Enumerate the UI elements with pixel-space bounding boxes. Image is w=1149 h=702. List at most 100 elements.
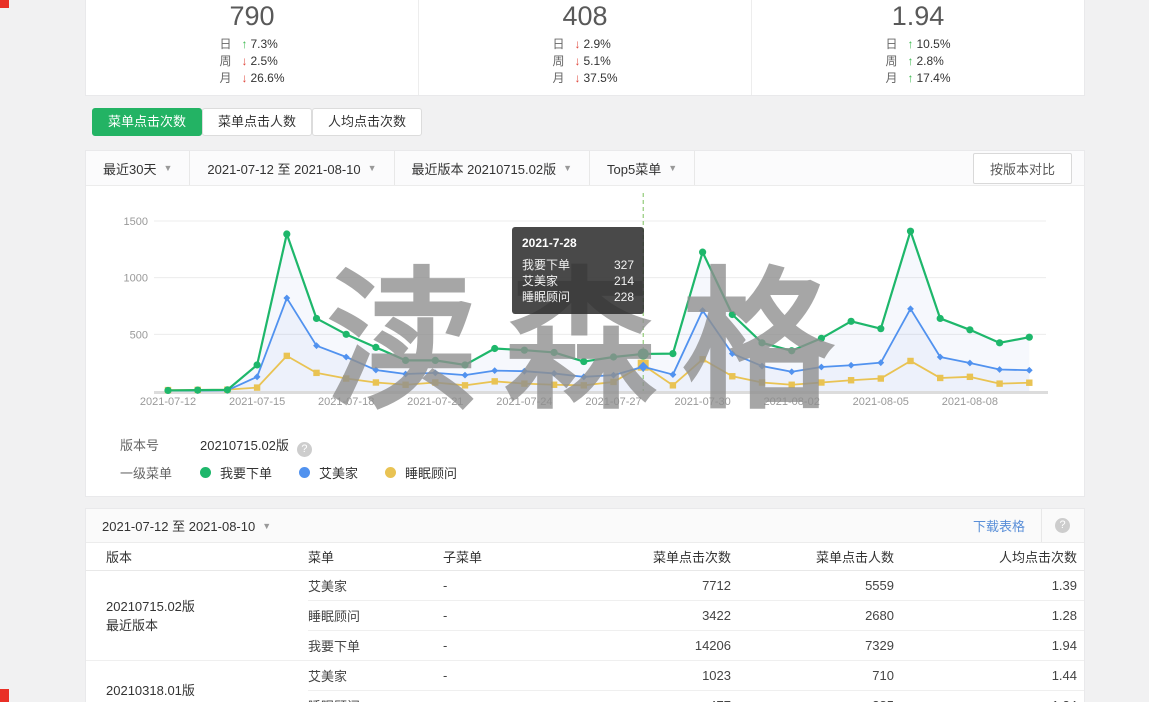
- help-icon[interactable]: ?: [297, 442, 312, 457]
- table-date-range: 2021-07-12 至 2021-08-10: [102, 516, 255, 535]
- legend-label: 一级菜单: [120, 463, 200, 482]
- submenu-cell: -: [443, 601, 608, 631]
- avg-cell: 1.28: [904, 601, 1084, 631]
- trend-period-label: 日: [219, 37, 231, 51]
- legend-name: 睡眠顾问: [405, 463, 457, 482]
- arrow-down-icon: ↓: [574, 37, 580, 51]
- legend-item-1[interactable]: 艾美家: [299, 463, 358, 482]
- chart-panel: 最近30天▼2021-07-12 至 2021-08-10▼最近版本 20210…: [85, 150, 1085, 497]
- chart-filter-bar: 最近30天▼2021-07-12 至 2021-08-10▼最近版本 20210…: [86, 151, 1084, 186]
- version-cell: 20210318.01版: [86, 661, 308, 702]
- trend-row: 月↑17.4%: [885, 70, 950, 87]
- table-help[interactable]: ?: [1041, 509, 1084, 542]
- help-icon: ?: [1055, 518, 1070, 533]
- menu-cell: 睡眠顾问: [308, 601, 443, 631]
- filter-dropdown-3[interactable]: Top5菜单 ▼: [590, 151, 695, 185]
- table-row: 20210715.02版最近版本艾美家-771255591.39: [86, 571, 1084, 601]
- legend-item-2[interactable]: 睡眠顾问: [385, 463, 457, 482]
- table-toolbar: 2021-07-12 至 2021-08-10 ▼ 下载表格 ?: [86, 509, 1084, 543]
- tooltip-series-value: 327: [614, 257, 634, 273]
- column-header: 菜单: [308, 543, 443, 571]
- filter-value: 最近版本 20210715.02版: [412, 159, 557, 178]
- svg-text:500: 500: [130, 329, 148, 341]
- filter-dropdown-2[interactable]: 最近版本 20210715.02版▼: [395, 151, 590, 185]
- chevron-down-icon: ▼: [163, 163, 172, 173]
- trend-percent: 17.4%: [916, 71, 950, 85]
- version-cell: 20210715.02版最近版本: [86, 571, 308, 661]
- trend-row: 日↑10.5%: [885, 36, 950, 53]
- svg-text:2021-08-05: 2021-08-05: [853, 396, 909, 408]
- avg-cell: 1.39: [904, 571, 1084, 601]
- clicks-cell: 1023: [608, 661, 741, 691]
- filter-dropdown-0[interactable]: 最近30天 ▼: [86, 151, 190, 185]
- chart-tooltip: 2021-7-28 我要下单327艾美家214睡眠顾问 228: [512, 227, 644, 314]
- red-marker-bottom-left: [0, 689, 9, 702]
- stat-trends: 日↑7.3%周↓2.5%月↓26.6%: [219, 36, 284, 87]
- avg-cell: 1.94: [904, 631, 1084, 661]
- people-cell: 5559: [741, 571, 904, 601]
- menu-stats-table: 版本菜单子菜单菜单点击次数菜单点击人数人均点击次数 20210715.02版最近…: [86, 543, 1084, 702]
- chevron-down-icon: ▼: [668, 163, 677, 173]
- trend-row: 日↓2.9%: [552, 36, 617, 53]
- legend-dot-icon: [385, 467, 396, 478]
- clicks-cell: 3422: [608, 601, 741, 631]
- filter-value: 最近30天: [103, 159, 156, 178]
- trend-period-label: 日: [885, 37, 897, 51]
- submenu-cell: -: [443, 571, 608, 601]
- trend-row: 周↓2.5%: [219, 53, 284, 70]
- people-cell: 710: [741, 661, 904, 691]
- stat-trends: 日↑10.5%周↑2.8%月↑17.4%: [885, 36, 950, 87]
- tooltip-series-value: 228: [614, 289, 634, 305]
- submenu-cell: -: [443, 661, 608, 691]
- filter-value: Top5菜单: [607, 159, 661, 178]
- menu-cell: 睡眠顾问: [308, 691, 443, 702]
- tooltip-series-name: 睡眠顾问: [522, 289, 570, 305]
- compare-by-version-button[interactable]: 按版本对比: [973, 153, 1072, 184]
- column-header: 菜单点击次数: [608, 543, 741, 571]
- red-marker-top-left: [0, 0, 9, 8]
- clicks-cell: 14206: [608, 631, 741, 661]
- tooltip-series-row: 艾美家214: [522, 273, 634, 289]
- svg-text:2021-08-08: 2021-08-08: [942, 396, 998, 408]
- people-cell: 385: [741, 691, 904, 702]
- version-meta-row: 版本号20210715.02版?: [120, 435, 312, 457]
- chevron-down-icon: ▼: [368, 163, 377, 173]
- svg-text:2021-07-12: 2021-07-12: [140, 396, 196, 408]
- column-header: 菜单点击人数: [741, 543, 904, 571]
- table-date-filter[interactable]: 2021-07-12 至 2021-08-10 ▼: [86, 516, 271, 535]
- trend-percent: 37.5%: [583, 71, 617, 85]
- trend-row: 月↓26.6%: [219, 70, 284, 87]
- stat-value: 408: [419, 0, 751, 33]
- tooltip-series-row: 我要下单327: [522, 257, 634, 273]
- trend-period-label: 周: [885, 54, 897, 68]
- stat-value: 1.94: [752, 0, 1084, 33]
- version-name: 20210318.01版: [106, 681, 308, 700]
- tab-2[interactable]: 人均点击次数: [312, 108, 422, 136]
- arrow-down-icon: ↓: [574, 54, 580, 68]
- stat-trends: 日↓2.9%周↓5.1%月↓37.5%: [552, 36, 617, 87]
- menu-cell: 艾美家: [308, 571, 443, 601]
- trend-period-label: 月: [552, 71, 564, 85]
- chart-legend: 一级菜单 我要下单 艾美家 睡眠顾问: [120, 463, 484, 482]
- svg-text:2021-07-18: 2021-07-18: [318, 396, 374, 408]
- stat-card-2: 1.94日↑10.5%周↑2.8%月↑17.4%: [752, 0, 1084, 95]
- tooltip-series-value: 214: [614, 273, 634, 289]
- tab-0[interactable]: 菜单点击次数: [92, 108, 202, 136]
- svg-text:2021-07-21: 2021-07-21: [407, 396, 463, 408]
- trend-row: 日↑7.3%: [219, 36, 284, 53]
- trend-percent: 2.5%: [250, 54, 277, 68]
- chevron-down-icon: ▼: [262, 521, 271, 531]
- tooltip-date: 2021-7-28: [522, 236, 634, 250]
- trend-percent: 2.9%: [583, 37, 610, 51]
- stat-card-0: 790日↑7.3%周↓2.5%月↓26.6%: [86, 0, 419, 95]
- filter-dropdown-1[interactable]: 2021-07-12 至 2021-08-10▼: [190, 151, 394, 185]
- people-cell: 2680: [741, 601, 904, 631]
- avg-cell: 1.24: [904, 691, 1084, 702]
- trend-percent: 7.3%: [250, 37, 277, 51]
- tab-1[interactable]: 菜单点击人数: [202, 108, 312, 136]
- legend-name: 我要下单: [220, 463, 272, 482]
- trend-row: 月↓37.5%: [552, 70, 617, 87]
- legend-item-0[interactable]: 我要下单: [200, 463, 272, 482]
- arrow-down-icon: ↓: [241, 54, 247, 68]
- download-table-link[interactable]: 下载表格: [973, 516, 1025, 535]
